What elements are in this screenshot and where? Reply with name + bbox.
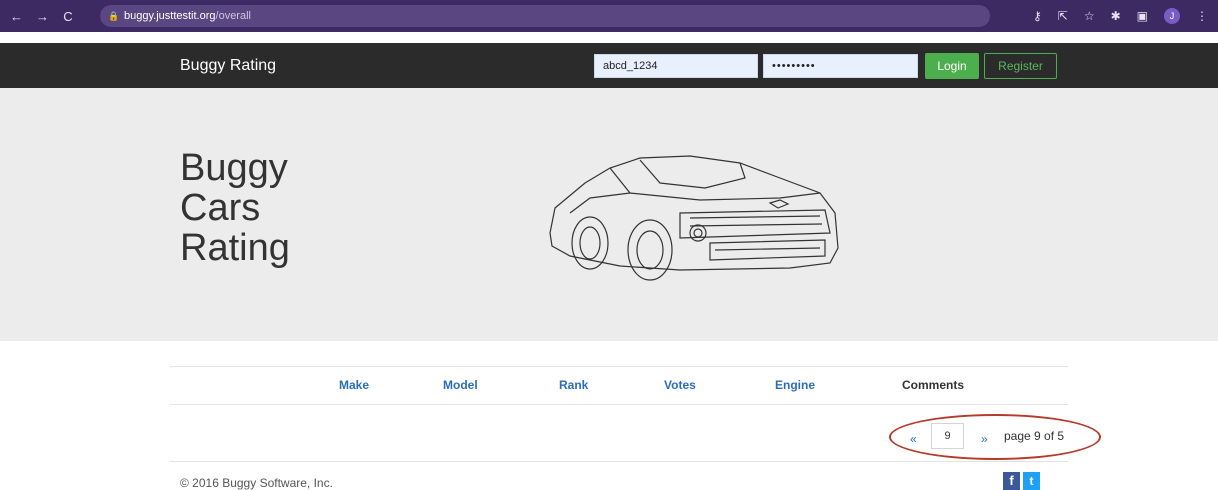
hero-title-line: Rating <box>180 227 290 269</box>
url-host: buggy.justtestit.org <box>124 10 216 22</box>
star-icon[interactable]: ☆ <box>1084 9 1095 23</box>
password-input[interactable]: ••••••••• <box>763 54 918 78</box>
profile-avatar[interactable]: J <box>1164 8 1180 24</box>
annotation-highlight-ellipse <box>889 414 1101 460</box>
register-button[interactable]: Register <box>984 53 1057 79</box>
browser-chrome: ← → C 🔒 buggy.justtestit.org /overall ⚷ … <box>0 0 1218 32</box>
forward-arrow-icon[interactable]: → <box>36 9 49 24</box>
table-top-divider <box>170 366 1068 367</box>
column-header-engine[interactable]: Engine <box>775 378 815 392</box>
footer-copyright: © 2016 Buggy Software, Inc. <box>180 476 333 490</box>
site-navbar: Buggy Rating abcd_1234 ••••••••• Login R… <box>0 43 1218 88</box>
column-header-make[interactable]: Make <box>339 378 369 392</box>
facebook-icon[interactable]: f <box>1003 472 1020 490</box>
reload-icon[interactable]: C <box>62 9 74 24</box>
sidepanel-icon[interactable]: ▣ <box>1137 9 1148 23</box>
extensions-icon[interactable]: ✱ <box>1111 9 1121 23</box>
twitter-icon[interactable]: t <box>1023 472 1040 490</box>
table-header-divider <box>170 404 1068 405</box>
car-illustration <box>549 155 839 281</box>
footer-divider <box>170 461 1068 462</box>
browser-nav: ← → C <box>0 9 74 24</box>
share-icon[interactable]: ⇱ <box>1058 9 1068 23</box>
back-arrow-icon[interactable]: ← <box>10 9 23 24</box>
hero-title: Buggy Cars Rating <box>180 148 290 268</box>
login-button[interactable]: Login <box>925 53 979 79</box>
hero-title-line: Buggy <box>180 147 288 189</box>
menu-dots-icon[interactable]: ⋮ <box>1196 9 1208 23</box>
hero-banner: Buggy Cars Rating <box>0 88 1218 341</box>
column-header-model[interactable]: Model <box>443 378 478 392</box>
hero-title-line: Cars <box>180 187 261 229</box>
lock-icon: 🔒 <box>108 11 120 21</box>
column-header-comments: Comments <box>902 378 965 392</box>
key-icon[interactable]: ⚷ <box>1033 9 1042 23</box>
column-header-votes[interactable]: Votes <box>664 378 696 392</box>
brand-link[interactable]: Buggy Rating <box>180 43 276 88</box>
browser-toolbar: ⚷ ⇱ ☆ ✱ ▣ J ⋮ <box>1033 0 1208 32</box>
address-bar[interactable]: 🔒 buggy.justtestit.org /overall <box>100 5 990 27</box>
url-path: /overall <box>215 10 251 22</box>
column-header-rank[interactable]: Rank <box>559 378 588 392</box>
username-input[interactable]: abcd_1234 <box>594 54 758 78</box>
